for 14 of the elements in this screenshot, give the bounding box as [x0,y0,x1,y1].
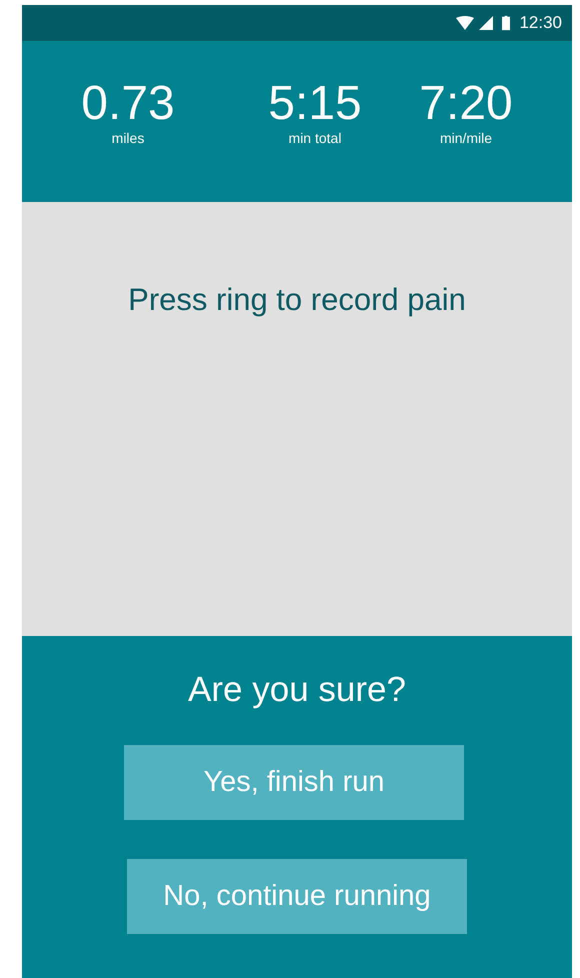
signal-icon [479,16,494,30]
confirm-question: Are you sure? [188,669,406,711]
battery-icon [502,15,510,31]
instruction-text: Press ring to record pain [128,281,466,319]
stat-value: 5:15 [268,79,362,129]
wifi-icon [456,16,474,30]
clock-time: 12:30 [519,13,562,33]
stat-label: min/mile [440,129,492,147]
stat-label: miles [112,129,144,147]
stat-value: 0.73 [81,79,175,129]
continue-button[interactable]: No, continue running [127,859,467,934]
stat-label: min total [288,129,342,147]
finish-button[interactable]: Yes, finish run [124,745,464,820]
stat-value: 7:20 [419,79,513,129]
